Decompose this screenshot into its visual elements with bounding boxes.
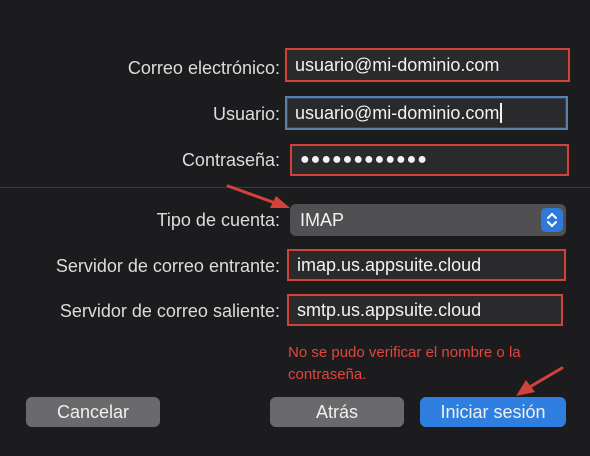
- arrow-to-sign-in-icon: [516, 366, 564, 396]
- account-setup-dialog: Correo electrónico: usuario@mi-dominio.c…: [0, 0, 590, 456]
- annotation-arrows: [226, 184, 564, 396]
- arrow-to-account-type-icon: [226, 184, 290, 208]
